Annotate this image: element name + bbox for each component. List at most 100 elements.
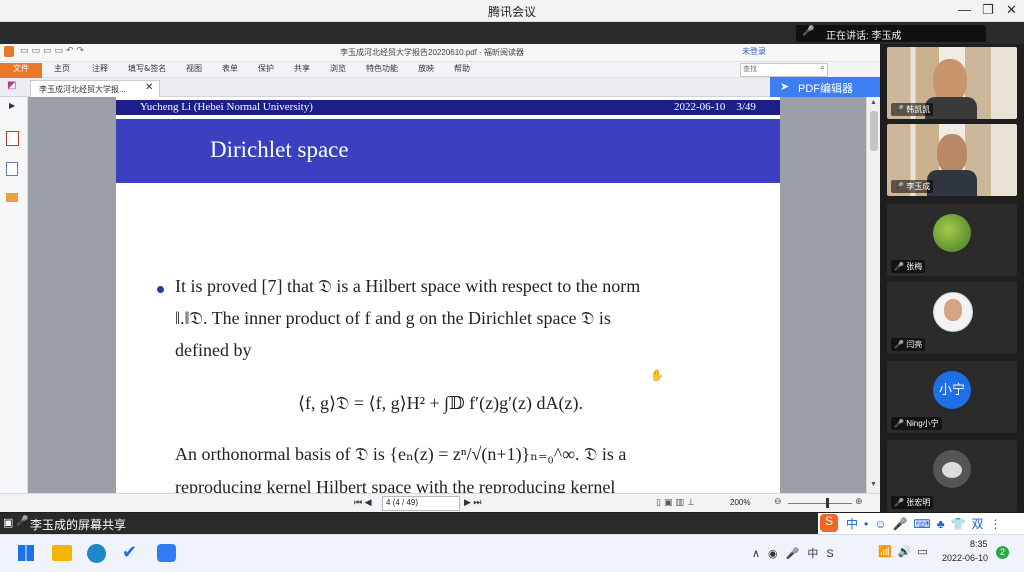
scroll-up-icon[interactable]: ▲ — [870, 99, 877, 106]
participant-tile[interactable]: 小宁 🎤 Ning小宁 — [887, 361, 1017, 433]
edge-icon[interactable] — [87, 544, 106, 563]
start-icon[interactable] — [18, 545, 34, 561]
search-box[interactable]: ⌕ — [740, 63, 828, 77]
participant-name: 🎤 李玉成 — [891, 180, 934, 193]
todo-icon[interactable]: ✔ — [122, 542, 137, 563]
mic-muted-icon: 🎤 — [894, 498, 904, 507]
pages-icon[interactable] — [6, 162, 18, 176]
page-layout-icons[interactable]: ▯▣▥⊥ — [656, 497, 698, 508]
ime-tool-icons[interactable]: 中•☺🎤⌨♣👕双⋮ — [846, 515, 1008, 532]
slide-line-2: ‖.‖𝔇. The inner product of f and g on th… — [175, 308, 611, 328]
menu-share[interactable]: 共享 — [294, 63, 310, 74]
reader-status-bar: ⏮ ◀ 4 (4 / 49) ▶ ⏭ ▯▣▥⊥ 200% ⊖ ⊕ — [0, 493, 880, 512]
avatar — [933, 450, 971, 488]
participant-tile[interactable]: 🎤 韩凯凯 — [887, 47, 1017, 119]
foxit-logo-icon — [4, 46, 14, 57]
login-link[interactable]: 未登录 — [742, 46, 766, 57]
menu-fill-sign[interactable]: 填写&签名 — [128, 63, 166, 74]
menu-protect[interactable]: 保护 — [258, 63, 274, 74]
participants-panel: 🎤 韩凯凯 🎤 李玉成 🎤 张梅 🎤 闫亮 小宁 🎤 Ning小宁 🎤 张宏明 — [880, 44, 1024, 512]
ime-toolbar[interactable]: S 中•☺🎤⌨♣👕双⋮ — [818, 513, 1024, 534]
file-explorer-icon[interactable] — [52, 545, 72, 561]
zoom-slider-thumb[interactable] — [826, 498, 829, 508]
participant-body — [927, 170, 977, 196]
menu-comment[interactable]: 注释 — [92, 63, 108, 74]
avatar — [933, 214, 971, 252]
slide-date-page: 2022-06-10 3/49 — [674, 101, 756, 113]
clock-time[interactable]: 8:35 — [970, 539, 988, 549]
menu-home[interactable]: 主页 — [54, 63, 70, 74]
participant-tile[interactable]: 🎤 李玉成 — [887, 124, 1017, 196]
slide-title: Dirichlet space — [210, 137, 349, 162]
tencent-meeting-icon[interactable] — [157, 544, 176, 562]
menu-form[interactable]: 表单 — [222, 63, 238, 74]
vertical-scrollbar[interactable]: ▲ ▼ — [866, 97, 880, 493]
mic-muted-icon: 🎤 — [894, 262, 904, 271]
zoom-in-icon[interactable]: ⊕ — [855, 496, 863, 507]
menu-file[interactable]: 文件 — [0, 63, 42, 78]
slide-line-3: defined by — [175, 340, 252, 360]
reader-title-bar: ▭▭▭▭↶↷ 李玉成河北经贸大学报告20220610.pdf - 福昕阅读器 未… — [0, 44, 880, 62]
minimize-icon[interactable]: — — [958, 2, 971, 17]
participant-tile[interactable]: 🎤 张梅 — [887, 204, 1017, 276]
slide-formula: ⟨f, g⟩𝔇 = ⟨f, g⟩H² + ∫𝔻 f′(z)g′(z) dA(z)… — [298, 393, 583, 413]
screen-share-bar: ▣ 🎤 李玉成的屏幕共享 S 中•☺🎤⌨♣👕双⋮ — [0, 513, 1024, 534]
navigation-pane: ▶ — [0, 97, 28, 493]
page-field[interactable]: 4 (4 / 49) — [382, 496, 460, 511]
close-icon[interactable]: ✕ — [1006, 2, 1017, 18]
page-field-value: 4 (4 / 49) — [386, 498, 419, 507]
menu-help[interactable]: 帮助 — [454, 63, 470, 74]
comments-icon[interactable] — [6, 193, 18, 202]
menu-browse[interactable]: 浏览 — [330, 63, 346, 74]
restore-icon[interactable]: ❐ — [982, 2, 994, 18]
mic-icon: 🎤 — [894, 182, 904, 191]
clock-date[interactable]: 2022-06-10 — [942, 553, 988, 563]
avatar-initial: 小宁 — [933, 371, 971, 409]
notification-badge[interactable]: 2 — [996, 546, 1009, 559]
slide-title-bar: Dirichlet space — [116, 119, 780, 183]
slide-header-bar: Yucheng Li (Hebei Normal University) 202… — [116, 100, 780, 115]
speaking-label: 正在讲话: 李玉成 — [826, 31, 902, 42]
mic-icon: 🎤 — [16, 516, 29, 527]
participant-name: 🎤 张宏明 — [891, 496, 934, 509]
participant-face — [937, 134, 967, 174]
menu-features[interactable]: 特色功能 — [366, 63, 398, 74]
participant-tile[interactable]: 🎤 张宏明 — [887, 440, 1017, 512]
menu-view[interactable]: 视图 — [186, 63, 202, 74]
mic-muted-icon: 🎤 — [802, 26, 815, 37]
reader-home-icon[interactable]: ◩ — [7, 80, 16, 91]
bullet-icon — [157, 286, 164, 293]
network-volume-icons[interactable]: 📶🔊▭ — [878, 545, 934, 558]
sogou-logo-icon[interactable]: S — [820, 514, 838, 532]
zoom-slider[interactable] — [788, 503, 852, 504]
zoom-out-icon[interactable]: ⊖ — [774, 496, 782, 507]
slide-line-5: reproducing kernel Hilbert space with th… — [175, 477, 616, 493]
bookmark-icon[interactable] — [6, 131, 19, 146]
share-label: 李玉成的屏幕共享 — [30, 518, 127, 532]
first-prev-page-icon[interactable]: ⏮ ◀ — [354, 497, 372, 508]
menu-slideshow[interactable]: 放映 — [418, 63, 434, 74]
participant-tile[interactable]: 🎤 闫亮 — [887, 282, 1017, 354]
scroll-thumb[interactable] — [870, 111, 878, 151]
slide-line-1: It is proved [7] that 𝔇 is a Hilbert spa… — [175, 276, 641, 296]
zoom-level[interactable]: 200% — [730, 498, 750, 507]
scroll-down-icon[interactable]: ▼ — [870, 481, 877, 488]
mic-muted-icon: 🎤 — [894, 340, 904, 349]
speaking-indicator: 🎤 正在讲话: 李玉成 — [796, 25, 986, 42]
participant-name: 🎤 闫亮 — [891, 338, 926, 351]
document-tab-title: 李玉成河北经贸大学报... — [39, 85, 126, 94]
system-tray-icons[interactable]: ∧◉🎤中S — [752, 545, 842, 561]
meeting-app-title: 腾讯会议 — [487, 5, 536, 19]
mic-muted-icon: 🎤 — [894, 419, 904, 428]
pdf-editor-button[interactable]: ➤ PDF编辑器 — [770, 77, 880, 97]
search-icon[interactable]: ⌕ — [820, 63, 825, 73]
windows-taskbar: ✔ ∧◉🎤中S 📶🔊▭ 8:35 2022-06-10 2 — [0, 534, 1024, 572]
shared-screen: ▭▭▭▭↶↷ 李玉成河北经贸大学报告20220610.pdf - 福昕阅读器 未… — [0, 44, 880, 512]
document-tab[interactable]: 李玉成河北经贸大学报... ✕ — [30, 80, 160, 97]
tab-close-icon[interactable]: ✕ — [145, 82, 153, 93]
search-input[interactable] — [743, 64, 813, 75]
next-last-page-icon[interactable]: ▶ ⏭ — [464, 497, 482, 508]
pdf-page: Yucheng Li (Hebei Normal University) 202… — [116, 97, 780, 493]
expand-pane-icon[interactable]: ▶ — [9, 101, 15, 110]
quick-access-toolbar[interactable]: ▭▭▭▭↶↷ — [20, 45, 87, 56]
